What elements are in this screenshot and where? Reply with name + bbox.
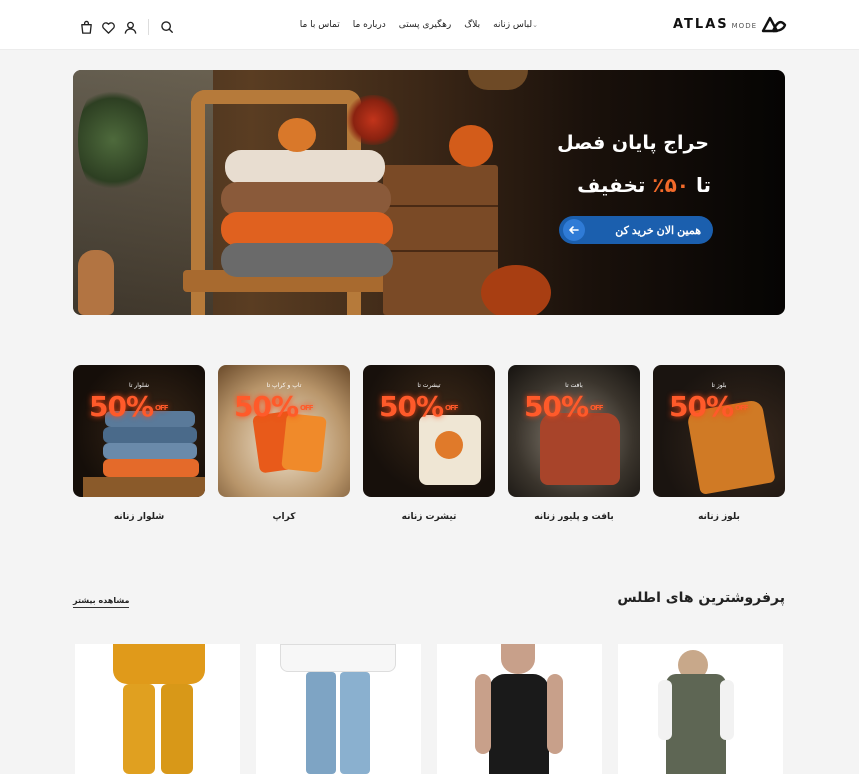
- category-image: بافت تا 50% OFF: [508, 365, 640, 497]
- chevron-down-icon: ⌄: [532, 21, 538, 29]
- category-badge-text: بافت تا: [565, 382, 583, 389]
- hero-pumpkin-image: [481, 265, 551, 315]
- category-badge-text: بلوز تا: [711, 382, 727, 389]
- user-icon[interactable]: [122, 19, 138, 35]
- table-illustration: [83, 477, 205, 497]
- product-card[interactable]: [437, 644, 602, 774]
- category-discount: 50% OFF: [379, 390, 459, 423]
- section-title: پرفروشترین های اطلس: [617, 590, 785, 606]
- view-more-link[interactable]: مشاهده بیشتر: [73, 596, 130, 608]
- category-image: شلوار تا 50% OFF: [73, 365, 205, 497]
- jeans-stack-illustration: [103, 459, 199, 477]
- product-card[interactable]: [618, 644, 783, 774]
- product-image: [161, 684, 193, 774]
- category-image: تیشرت تا 50% OFF: [363, 365, 495, 497]
- hero-pumpkin-image: [278, 118, 316, 152]
- category-label: کراپ: [272, 512, 296, 522]
- hero-subtitle-prefix: تا: [695, 173, 711, 197]
- hero-title: حراج پایان فصل: [557, 132, 709, 154]
- brand-sub: MODE: [731, 21, 758, 30]
- product-image: [306, 672, 336, 774]
- hero-sweater-image: [225, 150, 385, 184]
- category-discount: 50% OFF: [89, 390, 169, 423]
- category-badge-text: تاپ و کراپ تا: [266, 382, 302, 389]
- category-image: تاپ و کراپ تا 50% OFF: [218, 365, 350, 497]
- product-image: [475, 674, 491, 754]
- knit-sweater-illustration: [540, 413, 620, 485]
- hero-discount-percent: ۵۰٪: [652, 173, 689, 197]
- nav-item-contact[interactable]: تماس با ما: [300, 20, 340, 30]
- heart-icon[interactable]: [100, 19, 116, 35]
- nav-item-women-clothing[interactable]: لباس زنانه⌄: [493, 20, 541, 30]
- hero-cta-button[interactable]: همین الان خرید کن: [559, 216, 713, 244]
- product-image: [501, 644, 535, 674]
- category-pants[interactable]: شلوار تا 50% OFF شلوار زنانه: [73, 365, 205, 522]
- category-tshirt[interactable]: تیشرت تا 50% OFF تیشرت زنانه: [363, 365, 495, 522]
- brand-logo[interactable]: ATLAS MODE: [673, 15, 787, 33]
- cart-icon[interactable]: [78, 19, 94, 35]
- nav-item-about[interactable]: درباره ما: [353, 20, 386, 30]
- nav-item-tracking[interactable]: رهگیری پستی: [399, 20, 451, 30]
- product-image: [123, 684, 155, 774]
- category-knitwear[interactable]: بافت تا 50% OFF بافت و پلیور زنانه: [508, 365, 640, 522]
- site-header: ATLAS MODE لباس زنانه⌄ بلاگ رهگیری پستی …: [0, 0, 859, 50]
- nav-item-blog[interactable]: بلاگ: [464, 20, 480, 30]
- hero-vase-image: [78, 250, 114, 315]
- hero-sweater-image: [221, 243, 393, 277]
- category-label: بلوز زنانه: [698, 512, 740, 522]
- category-crop[interactable]: تاپ و کراپ تا 50% OFF کراپ: [218, 365, 350, 522]
- hero-lamp-image: [468, 70, 528, 90]
- hero-flowers-image: [343, 95, 403, 145]
- main-nav: لباس زنانه⌄ بلاگ رهگیری پستی درباره ما ت…: [300, 20, 541, 30]
- category-label: تیشرت زنانه: [401, 512, 457, 522]
- product-image: [113, 644, 205, 684]
- category-discount: 50% OFF: [234, 390, 314, 423]
- category-badge-text: تیشرت تا: [417, 382, 441, 389]
- arrow-left-icon: [563, 219, 585, 241]
- brand-name: ATLAS: [673, 16, 729, 32]
- product-image: [666, 674, 726, 774]
- category-image: بلوز تا 50% OFF: [653, 365, 785, 497]
- product-image: [489, 674, 549, 774]
- product-card[interactable]: [75, 644, 240, 774]
- category-discount: 50% OFF: [524, 390, 604, 423]
- hero-sweater-image: [221, 212, 393, 246]
- hero-banner[interactable]: حراج پایان فصل تا ۵۰٪ تخفیف همین الان خر…: [73, 70, 785, 315]
- jeans-stack-illustration: [103, 443, 197, 459]
- header-divider: [148, 19, 149, 35]
- hero-subtitle: تا ۵۰٪ تخفیف: [577, 173, 711, 197]
- product-image: [280, 644, 396, 672]
- product-image: [340, 672, 370, 774]
- product-card[interactable]: [256, 644, 421, 774]
- header-actions: [78, 19, 175, 35]
- jeans-stack-illustration: [103, 427, 197, 443]
- hero-cta-label: همین الان خرید کن: [615, 224, 701, 237]
- category-discount: 50% OFF: [669, 390, 749, 423]
- hero-subtitle-suffix: تخفیف: [577, 173, 646, 197]
- tshirt-print: [435, 431, 463, 459]
- product-image: [547, 674, 563, 754]
- nav-item-label: لباس زنانه: [493, 20, 533, 30]
- hero-plant-image: [78, 80, 148, 200]
- product-image: [720, 680, 734, 740]
- product-image: [658, 680, 672, 740]
- category-badge-text: شلوار تا: [128, 382, 150, 389]
- category-blouse[interactable]: بلوز تا 50% OFF بلوز زنانه: [653, 365, 785, 522]
- search-icon[interactable]: [159, 19, 175, 35]
- category-label: بافت و پلیور زنانه: [534, 512, 614, 522]
- logo-mark-icon: [761, 16, 787, 33]
- hero-pumpkin-image: [449, 125, 493, 167]
- category-label: شلوار زنانه: [113, 512, 165, 522]
- hero-sweater-image: [221, 182, 391, 216]
